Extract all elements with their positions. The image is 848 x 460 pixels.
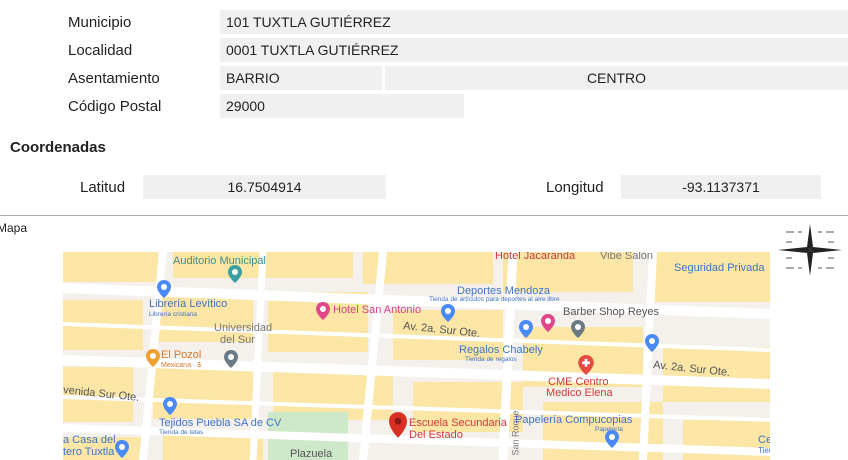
map-label-universidad-1: Universidad: [214, 322, 273, 334]
map-pin-gift-icon[interactable]: [541, 314, 555, 332]
longitud-value: -93.1137371: [682, 179, 760, 195]
asentamiento-type-field: BARRIO: [220, 66, 382, 90]
map-pin-barber-icon[interactable]: [571, 320, 585, 338]
map-sub-libreria: Librería cristiana: [149, 311, 198, 318]
map-label-hotel-jacaranda: Hotel Jacaranda: [495, 252, 576, 262]
map-label-regalos: Regalos Chabely: [459, 344, 543, 356]
map-label-universidad-2: del Sur: [220, 334, 255, 346]
map-label-auditorio: Auditorio Municipal: [173, 255, 266, 267]
map-pin-el-pozol-icon[interactable]: [146, 349, 160, 367]
map-pin-right-icon[interactable]: [645, 334, 659, 352]
map-pin-casa-icon[interactable]: [115, 440, 129, 458]
localidad-value: 0001 TUXTLA GUTIÉRREZ: [226, 42, 399, 58]
map-label-casa-2: tero Tuxtla: [63, 446, 115, 458]
asentamiento-label: Asentamiento: [68, 70, 160, 87]
map-pin-auditorio-icon[interactable]: [228, 265, 242, 283]
map-pin-shop-icon[interactable]: [519, 320, 533, 338]
localidad-label: Localidad: [68, 42, 133, 59]
asentamiento-type-value: BARRIO: [226, 70, 280, 86]
map-label-hotel-san-antonio: Hotel San Antonio: [333, 304, 422, 316]
map-label-libreria: Librería Levítico: [149, 298, 228, 310]
map-title: Mapa: [0, 221, 28, 235]
latitud-label: Latitud: [80, 179, 126, 196]
map-label-cer-1: Cer: [758, 434, 770, 446]
map-pin-universidad-icon[interactable]: [224, 350, 238, 368]
map-pin-hospital-icon[interactable]: [578, 355, 594, 375]
map-pin-papeleria-icon[interactable]: [605, 430, 619, 448]
asentamiento-name-field: CENTRO: [385, 66, 848, 90]
map-label-cer-2: Tien: [758, 446, 770, 455]
map-pin-location-icon[interactable]: [389, 412, 407, 438]
map-label-el-pozol: El Pozol: [161, 349, 202, 361]
map-label-barber-shop: Barber Shop Reyes: [563, 306, 659, 318]
asentamiento-value: CENTRO: [586, 70, 647, 86]
municipio-value: 101 TUXTLA GUTIÉRREZ: [226, 14, 391, 30]
compass-icon: [778, 224, 842, 276]
latitud-value: 16.7504914: [227, 179, 302, 195]
map-label-plazuela: Plazuela: [290, 448, 333, 460]
map-label-casa-1: a Casa del: [63, 434, 116, 446]
map-label-vibe-salon: Vibe Salon: [600, 252, 654, 262]
map-label-seguridad-privada: Seguridad Privada: [674, 262, 765, 274]
cp-field: 29000: [220, 94, 464, 118]
latitud-field: 16.7504914: [143, 175, 386, 199]
map-label-escuela-2: Del Estado: [409, 429, 463, 441]
map-sub-regalos: Tienda de regalos: [465, 356, 517, 363]
map-label-papeleria: Papelería Compucopias: [515, 414, 633, 426]
municipio-label: Municipio: [68, 14, 132, 31]
map-pin-deportes-icon[interactable]: [441, 304, 455, 322]
section-divider: [0, 215, 848, 216]
localidad-field: 0001 TUXTLA GUTIÉRREZ: [220, 38, 848, 62]
map-pin-libreria-icon[interactable]: [157, 280, 171, 298]
coords-title: Coordenadas: [10, 139, 106, 156]
longitud-label: Longitud: [546, 179, 604, 196]
map-sub-el-pozol: Mexicana · $: [161, 362, 202, 369]
map-label-cme-2: Medico Elena: [546, 387, 613, 399]
map-label-tejidos: Tejidos Puebla SA de CV: [159, 417, 282, 429]
longitud-field: -93.1137371: [621, 175, 821, 199]
cp-label: Código Postal: [68, 98, 162, 115]
map-label-escuela-1: Escuela Secundaria: [409, 417, 507, 429]
map-sub-tejidos: Tienda de telas: [159, 429, 204, 436]
map-pin-tejidos-icon[interactable]: [163, 397, 177, 415]
map-sub-deportes: Tienda de artículos para deportes al air…: [429, 296, 560, 303]
municipio-field: 101 TUXTLA GUTIÉRREZ: [220, 10, 848, 34]
cp-value: 29000: [226, 98, 265, 114]
map-view[interactable]: Hotel Jacaranda Vibe Salon Seguridad Pri…: [63, 252, 770, 460]
map-pin-hotel-icon[interactable]: [316, 302, 330, 320]
